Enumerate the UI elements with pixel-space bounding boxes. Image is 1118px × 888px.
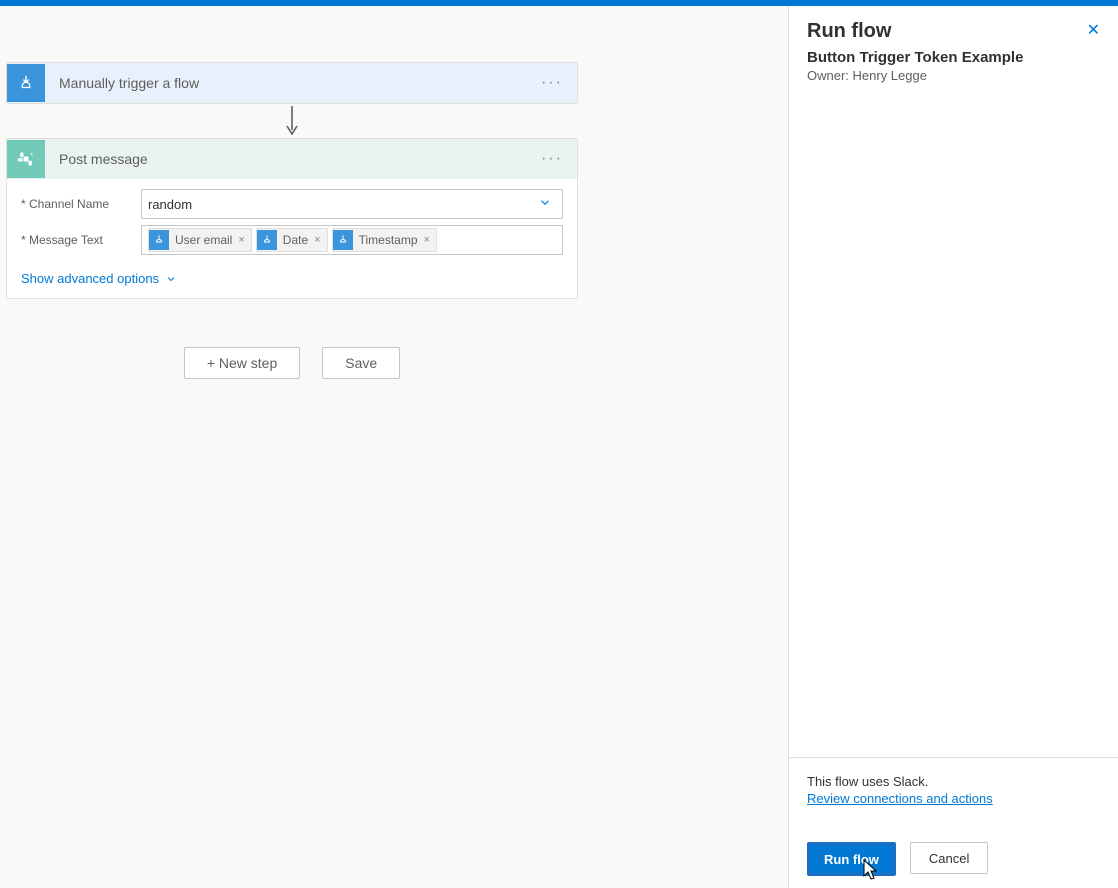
panel-subtitle: Button Trigger Token Example: [807, 49, 1100, 66]
token-remove-icon[interactable]: ×: [238, 234, 244, 246]
show-advanced-toggle[interactable]: Show advanced options: [21, 271, 177, 286]
token-date[interactable]: Date ×: [256, 228, 328, 252]
channel-value: random: [148, 197, 192, 212]
channel-label: * Channel Name: [21, 189, 141, 211]
trigger-card: Manually trigger a flow ···: [6, 62, 578, 104]
message-field-row: * Message Text User email × Date: [21, 225, 563, 255]
run-flow-button[interactable]: Run flow: [807, 842, 896, 876]
token-icon: [333, 230, 353, 250]
panel-owner: Owner: Henry Legge: [807, 68, 1100, 83]
chevron-down-icon: [165, 273, 177, 285]
channel-input[interactable]: random: [141, 189, 563, 219]
connector-arrow: [6, 104, 578, 138]
review-connections-link[interactable]: Review connections and actions: [807, 791, 993, 806]
channel-field-row: * Channel Name random: [21, 189, 563, 219]
action-card-header[interactable]: Post message ···: [7, 139, 577, 179]
save-button[interactable]: Save: [322, 347, 400, 379]
touch-icon: [7, 64, 45, 102]
token-remove-icon[interactable]: ×: [314, 234, 320, 246]
token-label: User email: [175, 233, 232, 247]
token-icon: [257, 230, 277, 250]
token-icon: [149, 230, 169, 250]
close-icon[interactable]: ✕: [1087, 20, 1100, 40]
token-remove-icon[interactable]: ×: [424, 234, 430, 246]
message-label: * Message Text: [21, 225, 141, 247]
slack-icon: [7, 140, 45, 178]
canvas-action-buttons: + New step Save: [6, 347, 578, 379]
trigger-card-header[interactable]: Manually trigger a flow ···: [7, 63, 577, 103]
chevron-down-icon: [538, 196, 552, 213]
token-label: Date: [283, 233, 308, 247]
token-label: Timestamp: [359, 233, 418, 247]
trigger-title: Manually trigger a flow: [45, 75, 535, 91]
action-more-menu[interactable]: ···: [535, 150, 569, 168]
message-input[interactable]: User email × Date × Timest: [141, 225, 563, 255]
panel-footer-buttons: Run flow Cancel: [807, 842, 1100, 876]
panel-title: Run flow: [807, 20, 1100, 43]
action-title: Post message: [45, 151, 535, 167]
token-timestamp[interactable]: Timestamp ×: [332, 228, 437, 252]
run-flow-panel: Run flow ✕ Button Trigger Token Example …: [788, 6, 1118, 888]
token-user-email[interactable]: User email ×: [148, 228, 252, 252]
panel-footer: This flow uses Slack. Review connections…: [789, 757, 1118, 888]
cancel-button[interactable]: Cancel: [910, 842, 988, 874]
action-card: Post message ··· * Channel Name random *…: [6, 138, 578, 299]
flow-canvas: Manually trigger a flow ··· Post message…: [0, 6, 788, 888]
action-card-body: * Channel Name random * Message Text Use…: [7, 179, 577, 298]
panel-body: [789, 91, 1118, 757]
new-step-button[interactable]: + New step: [184, 347, 300, 379]
show-advanced-label: Show advanced options: [21, 271, 159, 286]
trigger-more-menu[interactable]: ···: [535, 74, 569, 92]
panel-header: Run flow ✕ Button Trigger Token Example …: [789, 6, 1118, 91]
footer-note: This flow uses Slack.: [807, 774, 1100, 789]
